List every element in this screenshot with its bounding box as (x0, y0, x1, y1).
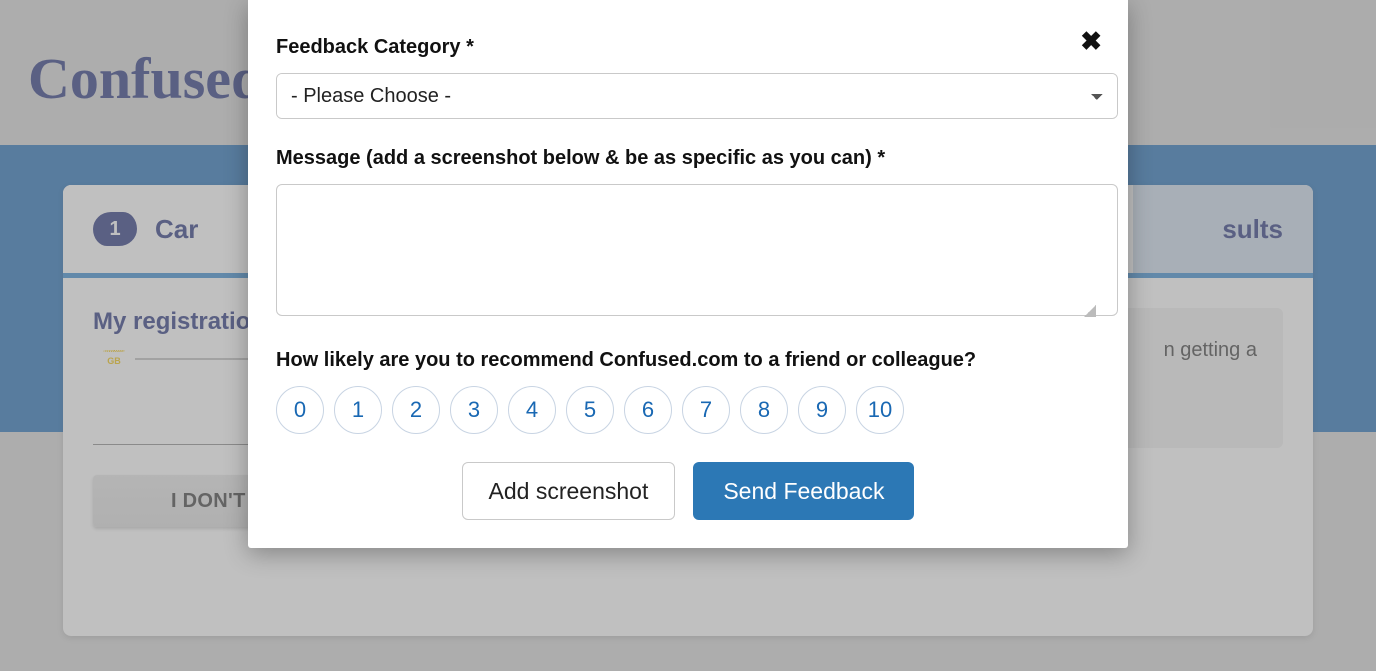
nps-option-9[interactable]: 9 (798, 386, 846, 434)
add-screenshot-button[interactable]: Add screenshot (462, 462, 676, 520)
nps-label: How likely are you to recommend Confused… (276, 349, 1100, 372)
nps-option-3[interactable]: 3 (450, 386, 498, 434)
nps-option-5[interactable]: 5 (566, 386, 614, 434)
send-feedback-button[interactable]: Send Feedback (693, 462, 914, 520)
nps-option-8[interactable]: 8 (740, 386, 788, 434)
modal-overlay: ✖ Feedback Category * - Please Choose - … (0, 0, 1376, 671)
close-icon[interactable]: ✖ (1080, 28, 1102, 54)
category-select[interactable]: - Please Choose - (277, 74, 1117, 118)
message-label: Message (add a screenshot below & be as … (276, 147, 1100, 170)
nps-option-10[interactable]: 10 (856, 386, 904, 434)
feedback-modal: ✖ Feedback Category * - Please Choose - … (248, 0, 1128, 548)
nps-option-2[interactable]: 2 (392, 386, 440, 434)
nps-option-0[interactable]: 0 (276, 386, 324, 434)
message-wrap (276, 184, 1100, 321)
category-select-wrap: - Please Choose - (276, 73, 1118, 119)
message-textarea[interactable] (276, 184, 1118, 316)
nps-option-4[interactable]: 4 (508, 386, 556, 434)
nps-option-6[interactable]: 6 (624, 386, 672, 434)
category-label: Feedback Category * (276, 36, 1100, 59)
nps-option-7[interactable]: 7 (682, 386, 730, 434)
modal-actions: Add screenshot Send Feedback (276, 462, 1100, 520)
nps-row: 0 1 2 3 4 5 6 7 8 9 10 (276, 386, 1100, 434)
nps-option-1[interactable]: 1 (334, 386, 382, 434)
